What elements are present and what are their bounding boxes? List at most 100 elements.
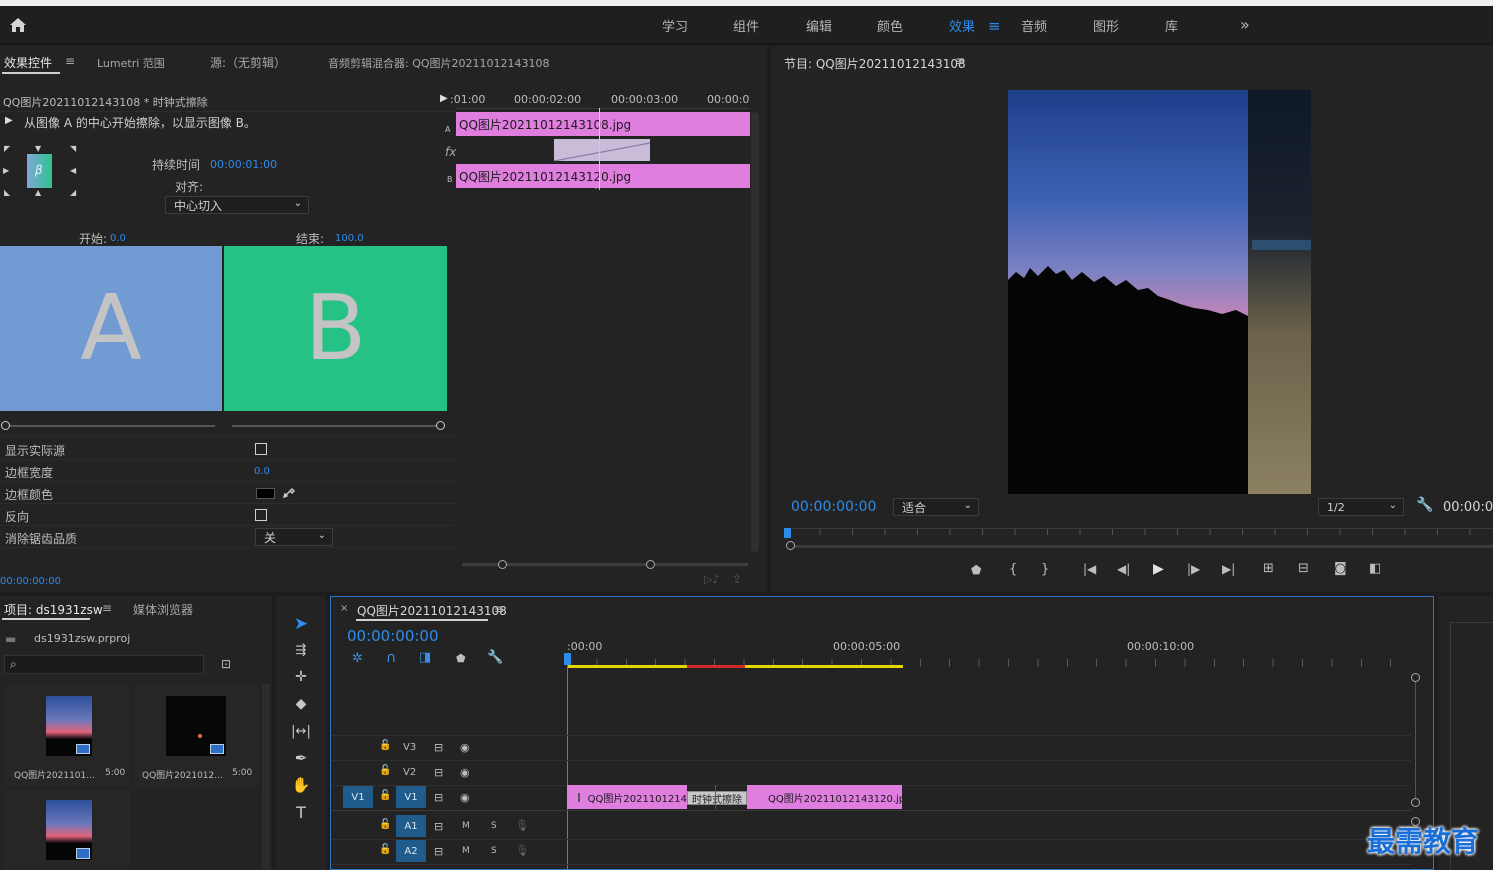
tab-source[interactable]: 源:（无剪辑） <box>210 54 286 71</box>
pen-tool-icon[interactable]: ✒ <box>288 746 314 770</box>
mute-button[interactable]: M <box>462 846 470 856</box>
lock-icon[interactable]: 🔓 <box>379 740 391 751</box>
align-select[interactable]: 中心切入 ⌄ <box>165 196 309 214</box>
eye-icon[interactable]: ◉ <box>460 791 470 804</box>
workspace-menu-icon[interactable]: ≡ <box>988 17 1001 35</box>
step-back-icon[interactable]: ◀| <box>1117 562 1130 576</box>
workspace-tab-5[interactable]: 音频 <box>1021 16 1047 35</box>
mini-clip-b[interactable]: QQ图片20211012143120.jpg <box>456 164 750 188</box>
project-item[interactable]: QQ图片2021012... 5:00 <box>132 686 260 786</box>
mini-clip-a[interactable]: QQ图片20211012143108.jpg <box>456 112 750 136</box>
lock-icon[interactable]: 🔓 <box>379 844 391 855</box>
workspace-tab-2[interactable]: 编辑 <box>806 16 832 35</box>
arrow-sw-icon[interactable]: ◣ <box>4 188 10 197</box>
tab-menu-icon[interactable]: ≡ <box>102 601 112 615</box>
tab-media-browser[interactable]: 媒体浏览器 <box>133 601 193 618</box>
program-playhead[interactable] <box>784 528 791 538</box>
workspace-tab-7[interactable]: 库 <box>1165 16 1178 35</box>
program-scroll-bar[interactable] <box>791 545 1493 548</box>
eyedropper-icon[interactable] <box>282 485 296 502</box>
arrow-n-icon[interactable]: ▼ <box>35 144 41 153</box>
sync-lock-icon[interactable]: ⊟ <box>434 845 443 858</box>
resolution-select[interactable]: 1/2 ⌄ <box>1318 498 1404 516</box>
home-icon[interactable] <box>6 14 30 36</box>
tab-audio-clip-mixer[interactable]: 音频剪辑混合器: QQ图片20211012143108 <box>328 55 550 71</box>
play-icon[interactable]: ▶ <box>1153 561 1164 577</box>
sync-lock-icon[interactable]: ⊟ <box>434 791 443 804</box>
tab-menu-icon[interactable]: ≡ <box>494 602 504 616</box>
solo-button[interactable]: S <box>491 846 497 856</box>
expand-arrow-icon[interactable]: ▶ <box>440 93 448 104</box>
selection-tool-icon[interactable]: ➤ <box>288 612 314 636</box>
panel-menu-icon[interactable]: ≡ <box>955 54 965 68</box>
snap-icon[interactable]: ∩ <box>386 650 396 666</box>
step-forward-icon[interactable]: |▶ <box>1187 562 1200 576</box>
start-slider-handle[interactable] <box>1 421 10 430</box>
mini-playhead[interactable] <box>599 108 600 190</box>
hand-tool-icon[interactable]: ✋ <box>288 773 314 797</box>
audio-only-icon[interactable]: ▷♪ <box>704 573 719 586</box>
tab-effect-controls[interactable]: 效果控件 <box>4 54 52 71</box>
arrow-e-icon[interactable]: ◀ <box>70 166 76 175</box>
track-select-tool-icon[interactable]: ⇶ <box>288 638 314 662</box>
go-to-in-icon[interactable]: |◀ <box>1083 562 1096 576</box>
export-icon[interactable]: ⇪ <box>732 572 742 586</box>
antialias-select[interactable]: 关 ⌄ <box>255 528 333 546</box>
mini-transition-block[interactable] <box>554 139 650 161</box>
end-value[interactable]: 100.0 <box>335 233 364 244</box>
fit-select[interactable]: 适合 ⌄ <box>893 498 979 516</box>
program-time-ruler[interactable] <box>787 528 1493 542</box>
play-transition-icon[interactable]: ▶ <box>5 115 13 126</box>
workspace-tab-6[interactable]: 图形 <box>1093 16 1119 35</box>
timeline-tab-title[interactable]: QQ图片20211012143108 <box>357 602 507 619</box>
mini-scrollbar[interactable] <box>751 112 759 552</box>
arrow-w-icon[interactable]: ▶ <box>3 166 9 175</box>
wrench-icon[interactable]: 🔧 <box>1416 497 1433 513</box>
lock-icon[interactable]: 🔓 <box>379 765 391 776</box>
workspace-tab-3[interactable]: 颜色 <box>877 16 903 35</box>
close-icon[interactable]: × <box>340 603 348 614</box>
timeline-timecode[interactable]: 00:00:00:00 <box>347 627 439 645</box>
program-timecode[interactable]: 00:00:00:00 <box>791 499 876 515</box>
mini-zoom-handle-left[interactable] <box>498 560 507 569</box>
camera-icon[interactable]: ◙ <box>1334 561 1347 576</box>
type-tool-icon[interactable]: T <box>288 800 314 824</box>
workspace-tab-1[interactable]: 组件 <box>733 16 759 35</box>
project-item[interactable] <box>4 790 130 870</box>
linked-selection-icon[interactable]: ◨ <box>419 650 431 665</box>
more-workspaces-icon[interactable]: » <box>1240 15 1250 34</box>
project-scrollbar[interactable] <box>262 684 270 870</box>
ripple-edit-tool-icon[interactable]: ✛ <box>288 665 314 689</box>
timeline-vscroll-handle-top[interactable] <box>1411 673 1420 682</box>
project-item[interactable]: QQ图片2021101... 5:00 <box>4 686 130 786</box>
lock-icon[interactable]: 🔓 <box>379 819 391 830</box>
arrow-s-icon[interactable]: ▲ <box>35 188 41 197</box>
workspace-tab-4[interactable]: 效果 <box>949 16 975 35</box>
border-width-value[interactable]: 0.0 <box>254 466 270 477</box>
razor-tool-icon[interactable]: ◆ <box>288 692 314 716</box>
effect-controls-timecode[interactable]: 00:00:00:00 <box>0 576 61 587</box>
end-slider-handle[interactable] <box>436 421 445 430</box>
add-marker-icon[interactable]: ⬟ <box>456 652 466 665</box>
find-bin-icon[interactable]: ⊡ <box>221 657 231 671</box>
program-scroll-handle[interactable] <box>786 541 795 550</box>
microphone-icon[interactable]: 🎙 <box>515 844 529 857</box>
project-search-input[interactable]: ⌕ <box>4 655 204 674</box>
arrow-ne-icon[interactable]: ◥ <box>70 144 76 153</box>
mark-out-icon[interactable]: } <box>1041 562 1049 577</box>
sync-lock-icon[interactable]: ⊟ <box>434 766 443 779</box>
lift-icon[interactable]: ⊞ <box>1263 561 1274 576</box>
source-patch-v1[interactable]: V1 <box>343 786 373 808</box>
show-actual-source-checkbox[interactable] <box>255 443 267 455</box>
eye-icon[interactable]: ◉ <box>460 766 470 779</box>
mark-in-icon[interactable]: { <box>1009 562 1017 577</box>
track-target-a1[interactable]: A1 <box>396 815 426 837</box>
compare-icon[interactable]: ◧ <box>1369 561 1381 576</box>
sync-lock-icon[interactable]: ⊟ <box>434 820 443 833</box>
eye-icon[interactable]: ◉ <box>460 741 470 754</box>
timeline-settings-icon[interactable]: 🔧 <box>487 650 503 665</box>
border-color-swatch[interactable] <box>256 488 275 499</box>
microphone-icon[interactable]: 🎙 <box>515 819 529 832</box>
timeline-clip-2[interactable]: QQ图片20211012143120.jpg <box>747 785 902 809</box>
start-slider[interactable] <box>5 425 215 427</box>
